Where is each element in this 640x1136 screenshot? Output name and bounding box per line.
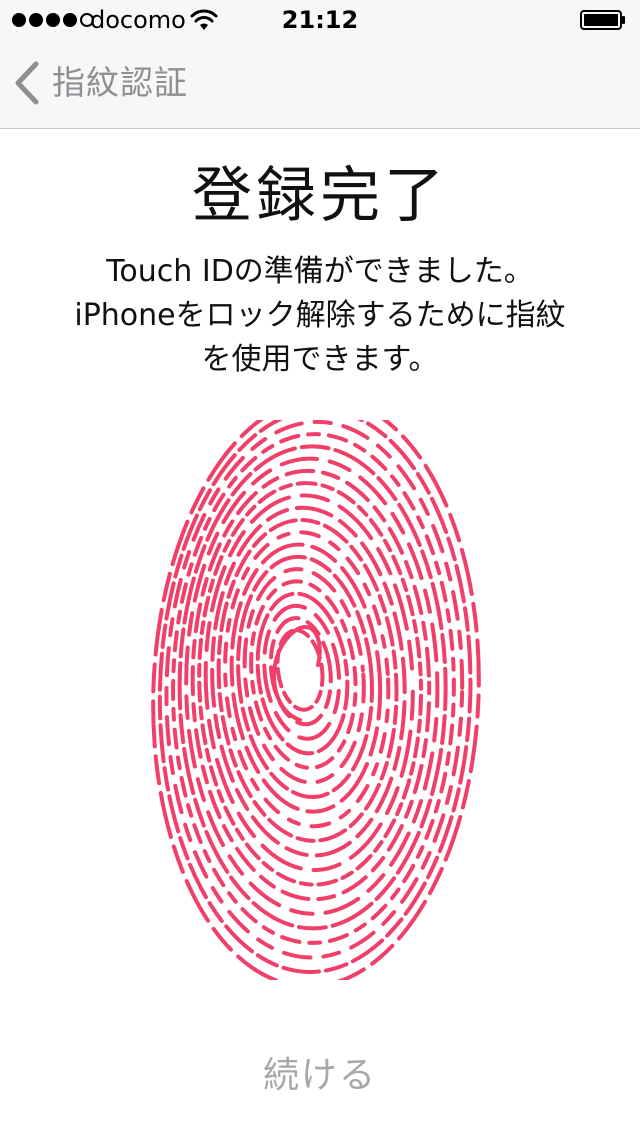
fingerprint-ridge (184, 456, 440, 916)
page-title: 登録完了 (192, 161, 448, 231)
fingerprint-icon (151, 420, 481, 980)
completion-message: Touch IDの準備ができました。 iPhoneをロック解除するために指紋 を… (30, 250, 610, 382)
message-line-3: を使用できます。 (201, 342, 439, 377)
status-bar: docomo 21:12 (0, 0, 640, 40)
status-time: 21:12 (281, 6, 359, 34)
message-line-2: iPhoneをロック解除するために指紋 (74, 298, 566, 333)
chevron-left-icon (15, 61, 39, 105)
battery-icon (580, 10, 625, 30)
touch-id-complete-screen: docomo 21:12 指紋認証 登録完了 Touch IDの準備ができました… (0, 0, 640, 1136)
continue-button[interactable]: 続ける (220, 1048, 420, 1104)
message-line-1: Touch IDの準備ができました。 (106, 254, 534, 289)
back-button[interactable]: 指紋認証 (14, 58, 188, 108)
top-bar: docomo 21:12 指紋認証 (0, 0, 640, 129)
back-button-label: 指紋認証 (52, 63, 188, 102)
